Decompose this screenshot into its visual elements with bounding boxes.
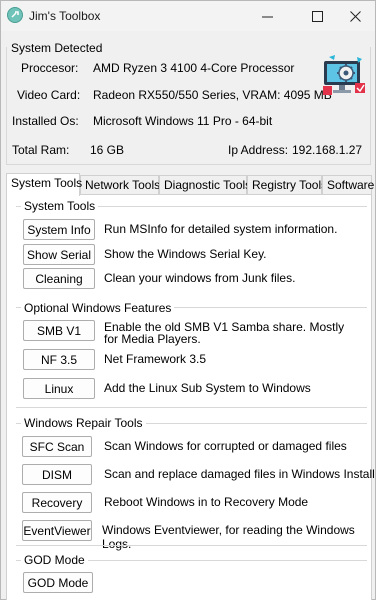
eventviewer-button[interactable]: EventViewer <box>22 520 92 541</box>
video-card-label: Video Card: <box>17 88 81 102</box>
os-value: Microsoft Windows 11 Pro - 64-bit <box>93 114 273 128</box>
tab-network-tools[interactable]: Network Tools <box>80 175 160 195</box>
ram-value: 16 GB <box>90 143 125 157</box>
tab-registry-tools[interactable]: Registry Tools <box>247 175 327 195</box>
dism-description: Scan and replace damaged files in Window… <box>104 467 375 481</box>
processor-value: AMD Ryzen 3 4100 4-Core Processor <box>93 61 295 75</box>
toolbox-app-icon <box>7 7 23 23</box>
nf-35-description: Net Framework 3.5 <box>104 352 207 366</box>
tab-software[interactable]: Software <box>322 175 374 195</box>
cleaning-button[interactable]: Cleaning <box>23 268 95 289</box>
cleaning-description: Clean your windows from Junk files. <box>104 271 296 285</box>
god-mode-section-label: GOD Mode <box>21 553 88 567</box>
system-tools-section-label: System Tools <box>21 199 99 213</box>
system-detected-label: System Detected <box>9 41 105 55</box>
system-info-description: Run MSInfo for detailed system informati… <box>104 222 338 236</box>
recovery-button[interactable]: Recovery <box>22 492 92 513</box>
optional-features-section-label: Optional Windows Features <box>21 301 175 315</box>
ip-label: Ip Address: <box>228 143 289 157</box>
sfc-scan-button[interactable]: SFC Scan <box>22 436 92 457</box>
os-label: Installed Os: <box>12 114 79 128</box>
recovery-description: Reboot Windows in to Recovery Mode <box>104 495 309 509</box>
eventviewer-description: Windows Eventviewer, for reading the Win… <box>102 523 355 551</box>
ram-label: Total Ram: <box>12 143 70 157</box>
nf-35-button[interactable]: NF 3.5 <box>23 349 95 370</box>
repair-tools-bottom-rule <box>16 545 367 546</box>
dism-button[interactable]: DISM <box>22 464 92 485</box>
smb-v1-button[interactable]: SMB V1 <box>23 320 95 341</box>
computer-settings-illustration <box>321 53 367 99</box>
processor-label: Proccesor: <box>21 61 79 75</box>
video-card-value: Radeon RX550/550 Series, VRAM: 4095 MB <box>93 88 332 102</box>
app-window: Jim's Toolbox System Detected Proccesor:… <box>0 0 376 600</box>
linux-button[interactable]: Linux <box>23 378 95 399</box>
close-icon[interactable] <box>332 1 376 31</box>
linux-description: Add the Linux Sub System to Windows <box>104 381 311 395</box>
tab-system-tools[interactable]: System Tools <box>6 173 82 196</box>
show-serial-button[interactable]: Show Serial <box>23 244 95 265</box>
window-title: Jim's Toolbox <box>29 9 101 23</box>
title-bar[interactable]: Jim's Toolbox <box>1 1 375 31</box>
minimize-icon[interactable] <box>244 1 290 31</box>
ip-value: 192.168.1.27 <box>292 143 363 157</box>
tab-strip: System Tools Network Tools Diagnostic To… <box>6 173 374 196</box>
fence-top-left <box>16 407 367 408</box>
sfc-scan-description: Scan Windows for corrupted or damaged fi… <box>104 439 347 453</box>
show-serial-description: Show the Windows Serial Key. <box>104 247 267 261</box>
system-info-button[interactable]: System Info <box>23 219 95 240</box>
repair-tools-section-label: Windows Repair Tools <box>21 416 146 430</box>
smb-v1-description-line2: for Media Players. <box>104 332 201 346</box>
god-mode-button[interactable]: GOD Mode <box>23 572 93 593</box>
tab-diagnostic-tools[interactable]: Diagnostic Tools <box>159 175 251 195</box>
